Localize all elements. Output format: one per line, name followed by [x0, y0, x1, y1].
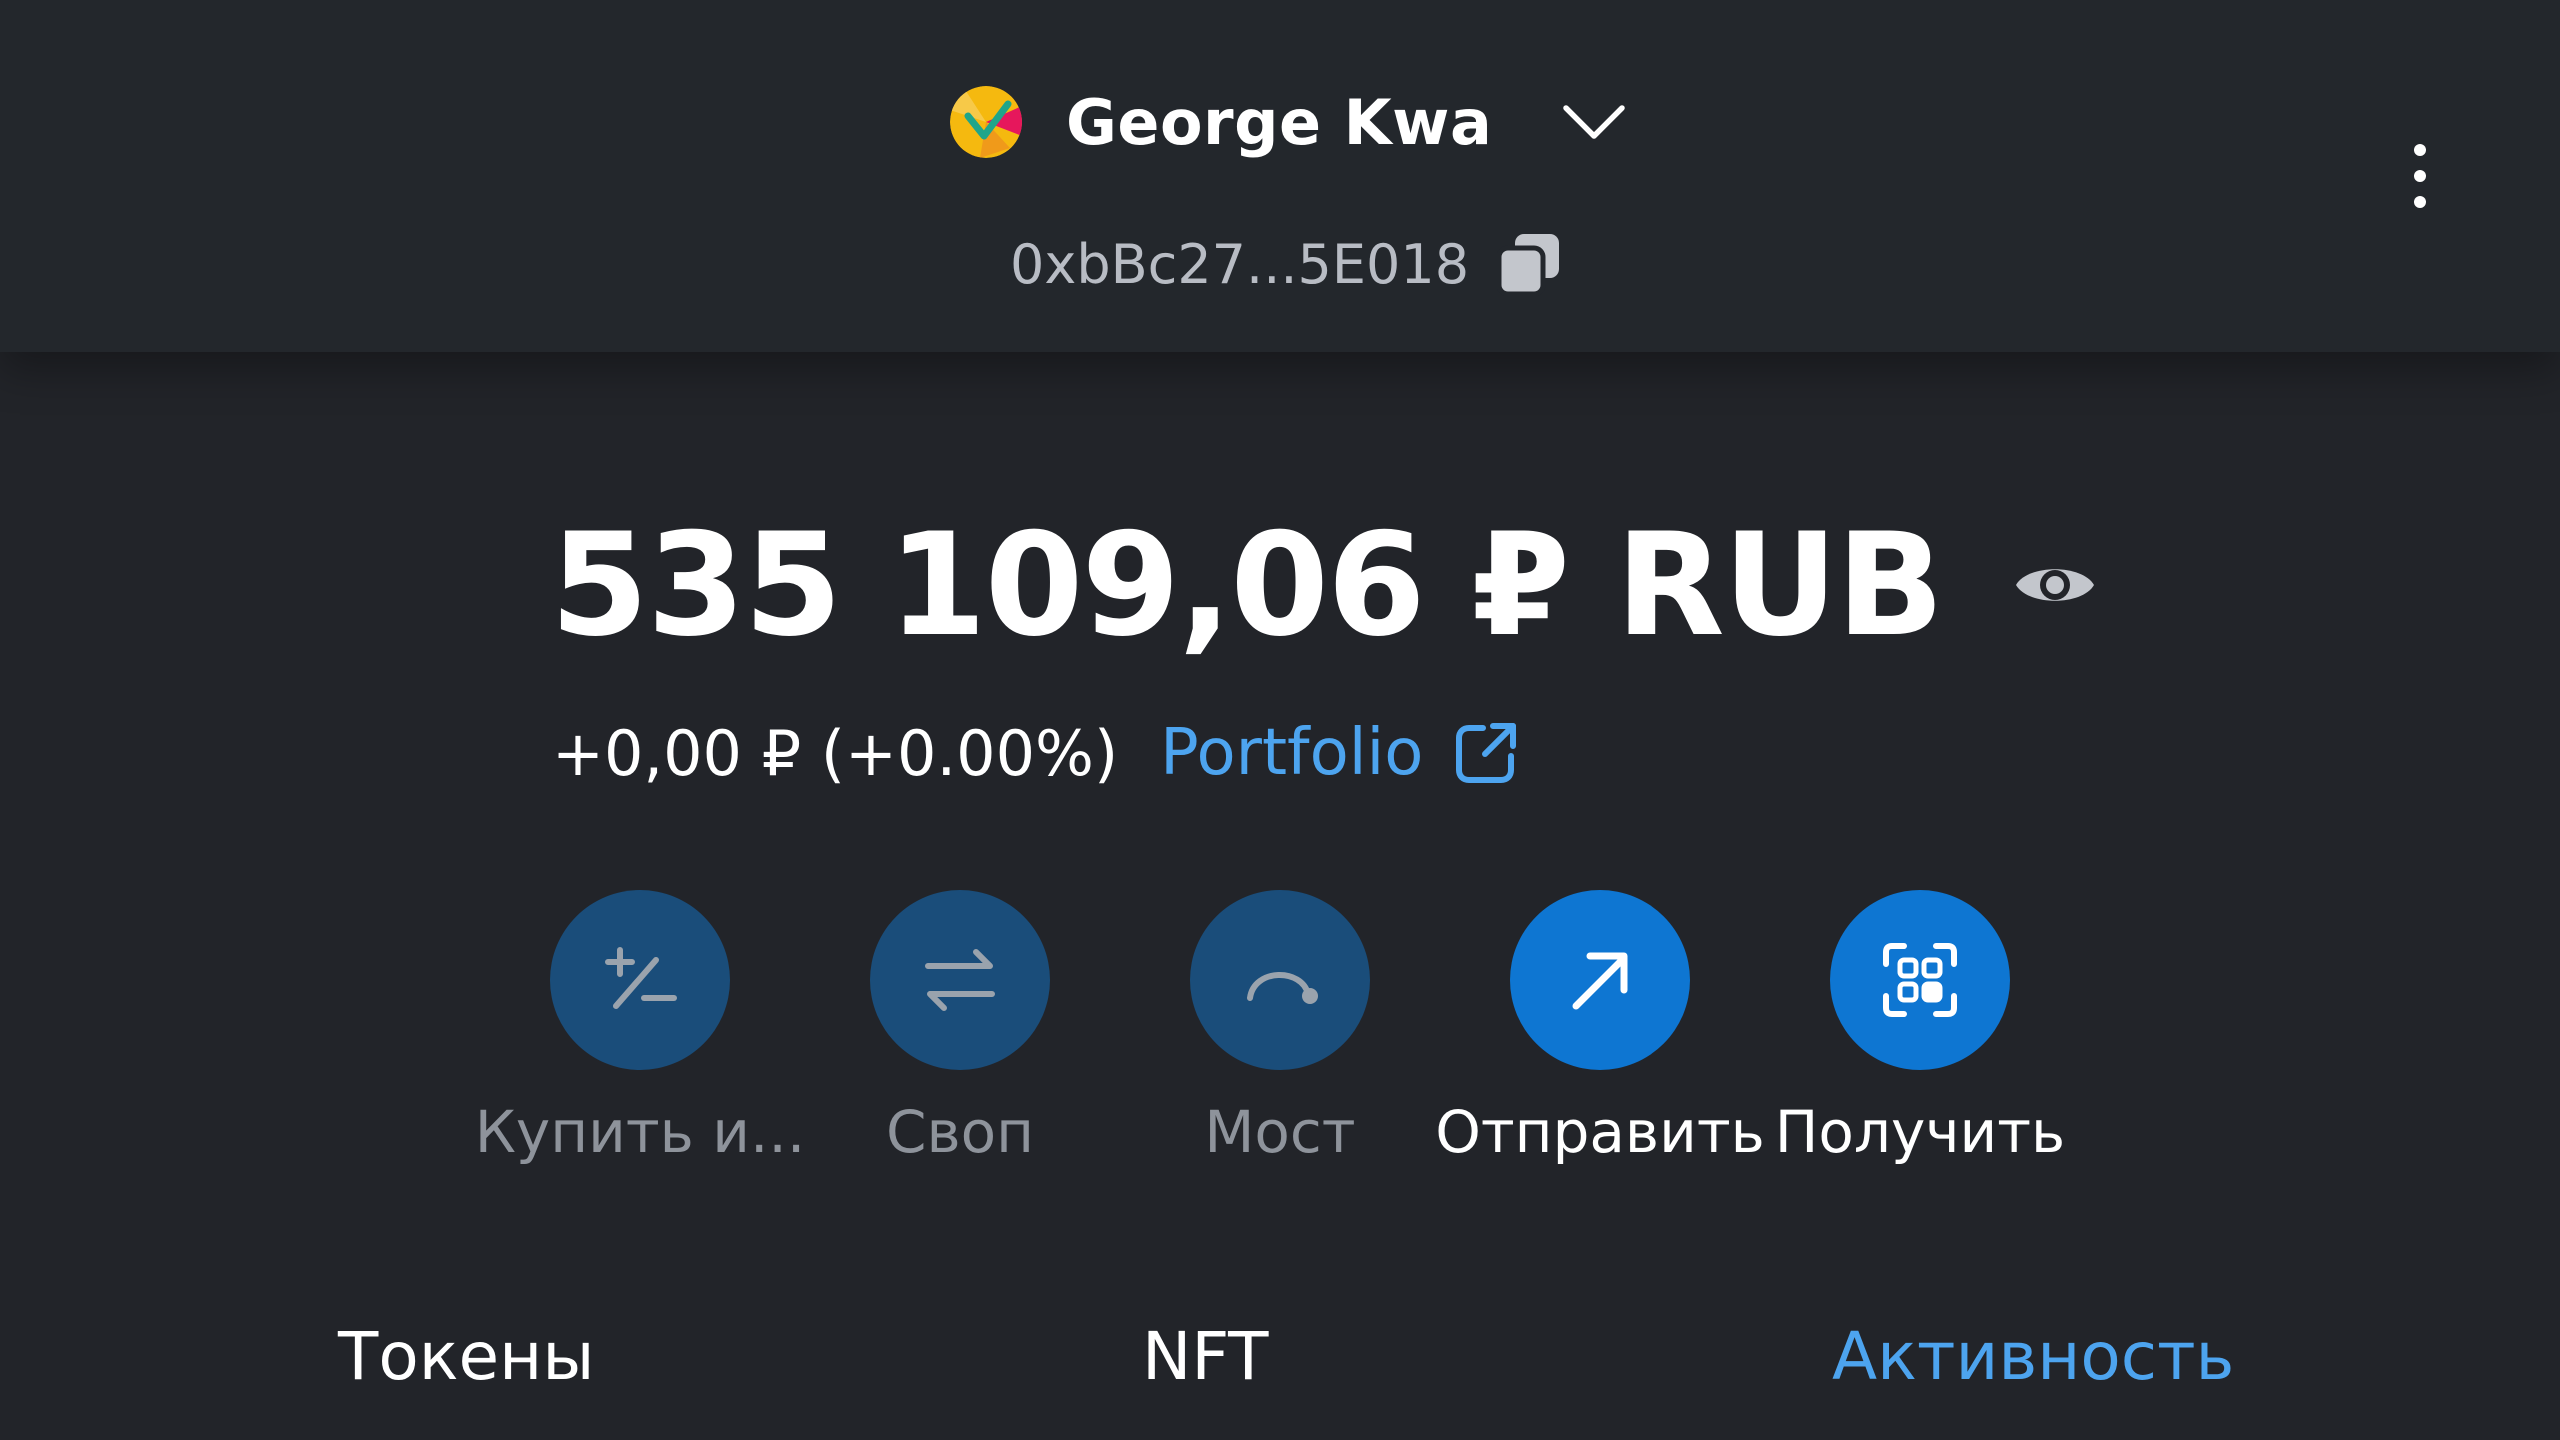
tab-nft[interactable]: NFT	[1142, 1318, 1269, 1395]
balance-change: +0,00 ₽ (+0.00%)	[552, 716, 1119, 790]
account-name: George Kwa	[1066, 85, 1493, 159]
action-buttons: Купить и... Своп Мост Отправить Получить	[0, 890, 2560, 1190]
content-tabs: Токены NFT Активность	[0, 1318, 2560, 1428]
external-link-icon	[1456, 723, 1517, 783]
buy-sell-label: Купить и...	[474, 1098, 806, 1166]
portfolio-label: Portfolio	[1160, 716, 1424, 790]
account-avatar-icon	[950, 86, 1022, 158]
arrow-up-right-icon	[1572, 952, 1628, 1010]
balance-row: 535 109,06 ₽ RUB	[550, 490, 2098, 680]
portfolio-link[interactable]: Portfolio	[1160, 716, 1519, 790]
receive-label: Получить	[1774, 1098, 2066, 1166]
bridge-label: Мост	[1204, 1098, 1356, 1166]
chevron-down-icon	[1563, 105, 1626, 139]
account-address: 0xbBc27...5E018	[1010, 232, 1470, 296]
receive-circle	[1830, 890, 2010, 1070]
swap-button[interactable]: Своп	[800, 890, 1120, 1166]
tab-activity[interactable]: Активность	[1832, 1318, 2234, 1395]
total-balance: 535 109,06 ₽ RUB	[550, 502, 1944, 668]
scan-qr-icon	[1883, 943, 1957, 1017]
receive-button[interactable]: Получить	[1760, 890, 2080, 1166]
send-label: Отправить	[1435, 1098, 1765, 1166]
send-circle	[1510, 890, 1690, 1070]
bridge-icon	[1247, 972, 1318, 1004]
balance-change-row: +0,00 ₽ (+0.00%) Portfolio	[552, 708, 1519, 798]
plus-minus-icon	[605, 947, 677, 1009]
bridge-circle	[1190, 890, 1370, 1070]
eye-icon[interactable]	[2012, 542, 2098, 628]
swap-circle	[870, 890, 1050, 1070]
buy-sell-circle	[550, 890, 730, 1070]
tab-tokens[interactable]: Токены	[338, 1318, 594, 1395]
swap-label: Своп	[885, 1098, 1035, 1166]
account-selector[interactable]: George Kwa	[950, 78, 1626, 166]
account-header: George Kwa 0xbBc27...5E018	[0, 0, 2560, 352]
copy-icon	[1497, 234, 1560, 296]
address-copy[interactable]: 0xbBc27...5E018	[1010, 228, 1561, 300]
buy-sell-button[interactable]: Купить и...	[475, 890, 805, 1166]
bridge-button[interactable]: Мост	[1120, 890, 1440, 1166]
wallet-screen: George Kwa 0xbBc27...5E018 535 109,06 ₽ …	[0, 0, 2560, 1440]
more-options-icon[interactable]	[2400, 136, 2440, 216]
send-button[interactable]: Отправить	[1435, 890, 1765, 1166]
swap-arrows-icon	[925, 949, 995, 1011]
